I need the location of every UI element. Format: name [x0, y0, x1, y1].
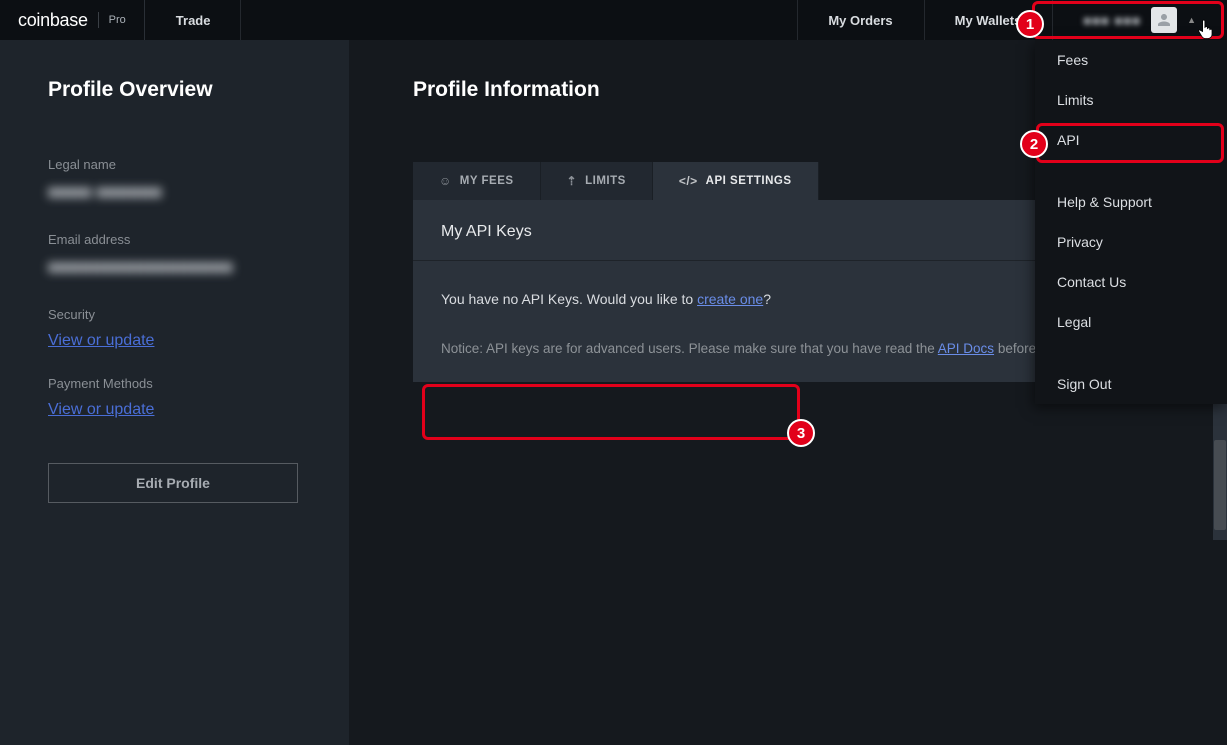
nav-my-wallets[interactable]: My Wallets — [924, 0, 1053, 40]
empty-text-pre: You have no API Keys. Would you like to — [441, 291, 697, 307]
security-label: Security — [48, 307, 301, 322]
brand-divider — [98, 12, 99, 28]
chevron-up-icon: ▲ — [1187, 15, 1196, 25]
security-link[interactable]: View or update — [48, 332, 154, 350]
legal-name-value: ■■■■ ■■■■■■ — [48, 182, 301, 204]
dd-separator — [1035, 160, 1227, 182]
nav-right: My Orders My Wallets ■■■ ■■■ ▲ — [797, 0, 1227, 40]
nav-user-menu[interactable]: ■■■ ■■■ ▲ — [1052, 0, 1227, 40]
link-icon: ☺ — [439, 174, 452, 188]
notice-pre: Notice: API keys are for advanced users.… — [441, 341, 938, 356]
nav-username: ■■■ ■■■ — [1083, 13, 1141, 28]
dd-legal[interactable]: Legal — [1035, 302, 1227, 342]
tab-label: MY FEES — [460, 175, 514, 187]
person-icon — [1155, 11, 1173, 29]
email-label: Email address — [48, 232, 301, 247]
panel-title: My API Keys — [441, 223, 532, 241]
top-nav: coinbase Pro Trade My Orders My Wallets … — [0, 0, 1227, 40]
dd-fees[interactable]: Fees — [1035, 40, 1227, 80]
tab-limits[interactable]: ⇡ LIMITS — [541, 162, 653, 200]
tab-my-fees[interactable]: ☺ MY FEES — [413, 162, 541, 200]
tab-label: API SETTINGS — [706, 175, 792, 187]
legal-name-label: Legal name — [48, 157, 301, 172]
nav-trade[interactable]: Trade — [145, 0, 242, 40]
create-one-link[interactable]: create one — [697, 291, 763, 307]
api-docs-link[interactable]: API Docs — [938, 341, 994, 356]
brand-main: coinbase — [18, 10, 88, 31]
payment-label: Payment Methods — [48, 376, 301, 391]
dd-contact[interactable]: Contact Us — [1035, 262, 1227, 302]
code-icon: </> — [679, 174, 698, 188]
dd-help[interactable]: Help & Support — [1035, 182, 1227, 222]
dd-signout[interactable]: Sign Out — [1035, 364, 1227, 404]
payment-link[interactable]: View or update — [48, 401, 154, 419]
tab-label: LIMITS — [585, 175, 626, 187]
scrollbar-thumb[interactable] — [1214, 440, 1226, 530]
avatar — [1151, 7, 1177, 33]
email-value: ■■■■■■■■■■■■■■■■■ — [48, 257, 301, 279]
dd-privacy[interactable]: Privacy — [1035, 222, 1227, 262]
empty-text-post: ? — [763, 291, 771, 307]
edit-profile-button[interactable]: Edit Profile — [48, 463, 298, 503]
dd-api[interactable]: API — [1035, 120, 1227, 160]
nav-spacer — [241, 0, 797, 40]
brand-sub: Pro — [109, 14, 126, 26]
sidebar: Profile Overview Legal name ■■■■ ■■■■■■ … — [0, 40, 349, 745]
upload-icon: ⇡ — [567, 174, 578, 188]
nav-my-orders[interactable]: My Orders — [797, 0, 923, 40]
dd-separator — [1035, 342, 1227, 364]
brand[interactable]: coinbase Pro — [0, 0, 145, 40]
tab-api-settings[interactable]: </> API SETTINGS — [653, 162, 819, 200]
user-dropdown: Fees Limits API Help & Support Privacy C… — [1035, 40, 1227, 404]
dd-limits[interactable]: Limits — [1035, 80, 1227, 120]
sidebar-title: Profile Overview — [48, 78, 301, 102]
